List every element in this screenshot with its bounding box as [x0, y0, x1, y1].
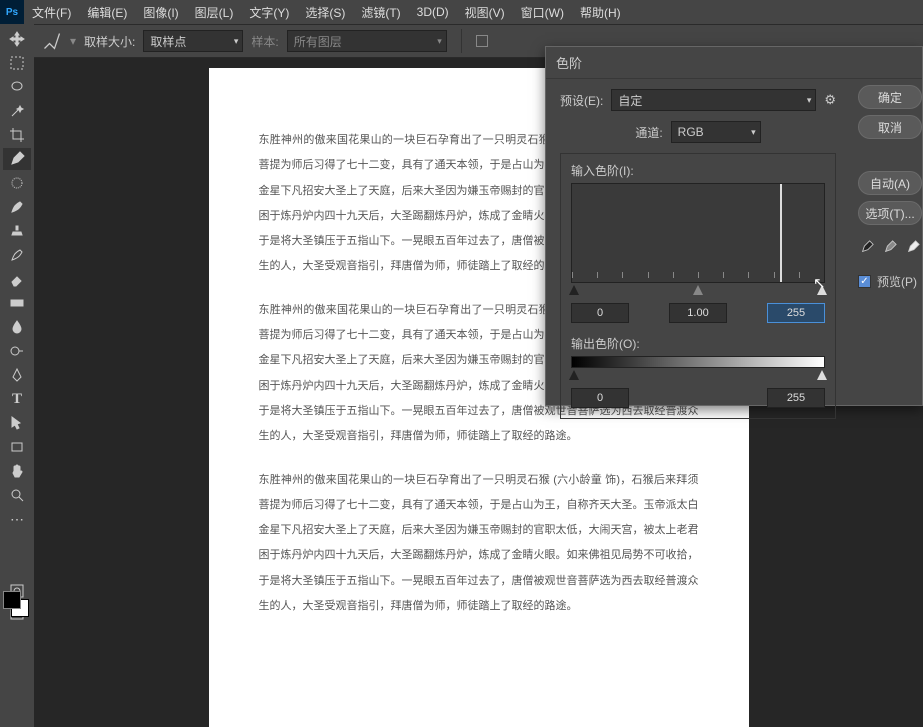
pen-tool-icon[interactable] [3, 364, 31, 386]
path-select-tool-icon[interactable] [3, 412, 31, 434]
eyedropper-gray-icon[interactable] [881, 237, 900, 257]
menu-filter[interactable]: 滤镜(T) [353, 4, 408, 21]
color-swatch[interactable] [3, 591, 29, 617]
input-mid-field[interactable] [669, 303, 727, 323]
move-tool-icon[interactable] [3, 28, 31, 50]
black-point-handle[interactable] [569, 285, 579, 295]
histogram [571, 183, 825, 283]
magic-wand-tool-icon[interactable] [3, 100, 31, 122]
brush-tool-icon[interactable] [3, 196, 31, 218]
eyedropper-white-icon[interactable] [903, 237, 922, 257]
sample-size-label: 取样大小: [84, 33, 135, 50]
menu-select[interactable]: 选择(S) [297, 4, 353, 21]
gradient-tool-icon[interactable] [3, 292, 31, 314]
sample-layers-dropdown[interactable]: 所有图层 [287, 30, 447, 52]
preset-menu-icon[interactable]: ⚙ [824, 92, 836, 108]
dodge-tool-icon[interactable] [3, 340, 31, 362]
rectangle-tool-icon[interactable] [3, 436, 31, 458]
menubar: Ps 文件(F) 编辑(E) 图像(I) 图层(L) 文字(Y) 选择(S) 滤… [0, 0, 923, 24]
sample-size-dropdown[interactable]: 取样点 [143, 30, 243, 52]
type-tool-icon[interactable]: T [3, 388, 31, 410]
menu-type[interactable]: 文字(Y) [241, 4, 297, 21]
menu-window[interactable]: 窗口(W) [513, 4, 572, 21]
channel-label: 通道: [635, 124, 662, 141]
output-black-field[interactable] [571, 388, 629, 408]
menu-view[interactable]: 视图(V) [457, 4, 513, 21]
channel-dropdown[interactable]: RGB [671, 121, 761, 143]
lasso-tool-icon[interactable] [3, 76, 31, 98]
blur-tool-icon[interactable] [3, 316, 31, 338]
levels-dialog: 色阶 预设(E): 自定 ⚙ 通道: RGB 输入色阶(I): [545, 46, 923, 406]
marquee-tool-icon[interactable] [3, 52, 31, 74]
app-icon: Ps [0, 0, 24, 24]
output-white-handle[interactable] [817, 370, 827, 380]
zoom-tool-icon[interactable] [3, 484, 31, 506]
options-button[interactable]: 选项(T)... [858, 201, 922, 225]
option-checkbox[interactable] [476, 35, 488, 47]
history-brush-tool-icon[interactable] [3, 244, 31, 266]
menu-edit[interactable]: 编辑(E) [79, 4, 135, 21]
tool-palette: T ⋯ [0, 24, 34, 727]
output-slider[interactable] [571, 370, 825, 382]
cancel-button[interactable]: 取消 [858, 115, 922, 139]
menu-help[interactable]: 帮助(H) [572, 4, 629, 21]
menu-image[interactable]: 图像(I) [135, 4, 186, 21]
dialog-title: 色阶 [546, 47, 922, 79]
output-black-handle[interactable] [569, 370, 579, 380]
midtone-handle[interactable] [693, 285, 703, 295]
output-white-field[interactable] [767, 388, 825, 408]
input-white-field[interactable] [767, 303, 825, 323]
input-black-field[interactable] [571, 303, 629, 323]
more-tools-icon[interactable]: ⋯ [3, 508, 31, 530]
input-levels-label: 输入色阶(I): [571, 162, 825, 179]
input-slider[interactable] [571, 285, 825, 297]
eyedropper-tool-icon[interactable] [3, 148, 31, 170]
healing-brush-tool-icon[interactable] [3, 172, 31, 194]
doc-paragraph-3: 东胜神州的傲来国花果山的一块巨石孕育出了一只明灵石猴 (六小龄童 饰)，石猴后来… [259, 468, 699, 620]
output-gradient [571, 356, 825, 368]
eraser-tool-icon[interactable] [3, 268, 31, 290]
menu-3d[interactable]: 3D(D) [409, 5, 457, 19]
eyedropper-black-icon[interactable] [858, 237, 877, 257]
clone-stamp-tool-icon[interactable] [3, 220, 31, 242]
hand-tool-icon[interactable] [3, 460, 31, 482]
menu-layer[interactable]: 图层(L) [187, 4, 242, 21]
preview-label: 预览(P) [877, 273, 917, 290]
preview-checkbox[interactable]: ✓ [858, 275, 871, 288]
preset-dropdown[interactable]: 自定 [611, 89, 816, 111]
preset-label: 预设(E): [560, 92, 603, 109]
menu-file[interactable]: 文件(F) [24, 4, 79, 21]
crop-tool-icon[interactable] [3, 124, 31, 146]
eyedropper-current-icon[interactable] [42, 31, 62, 51]
white-point-handle[interactable] [817, 285, 827, 295]
sample-label: 样本: [251, 33, 278, 50]
ok-button[interactable]: 确定 [858, 85, 922, 109]
output-levels-label: 输出色阶(O): [571, 335, 825, 352]
auto-button[interactable]: 自动(A) [858, 171, 922, 195]
